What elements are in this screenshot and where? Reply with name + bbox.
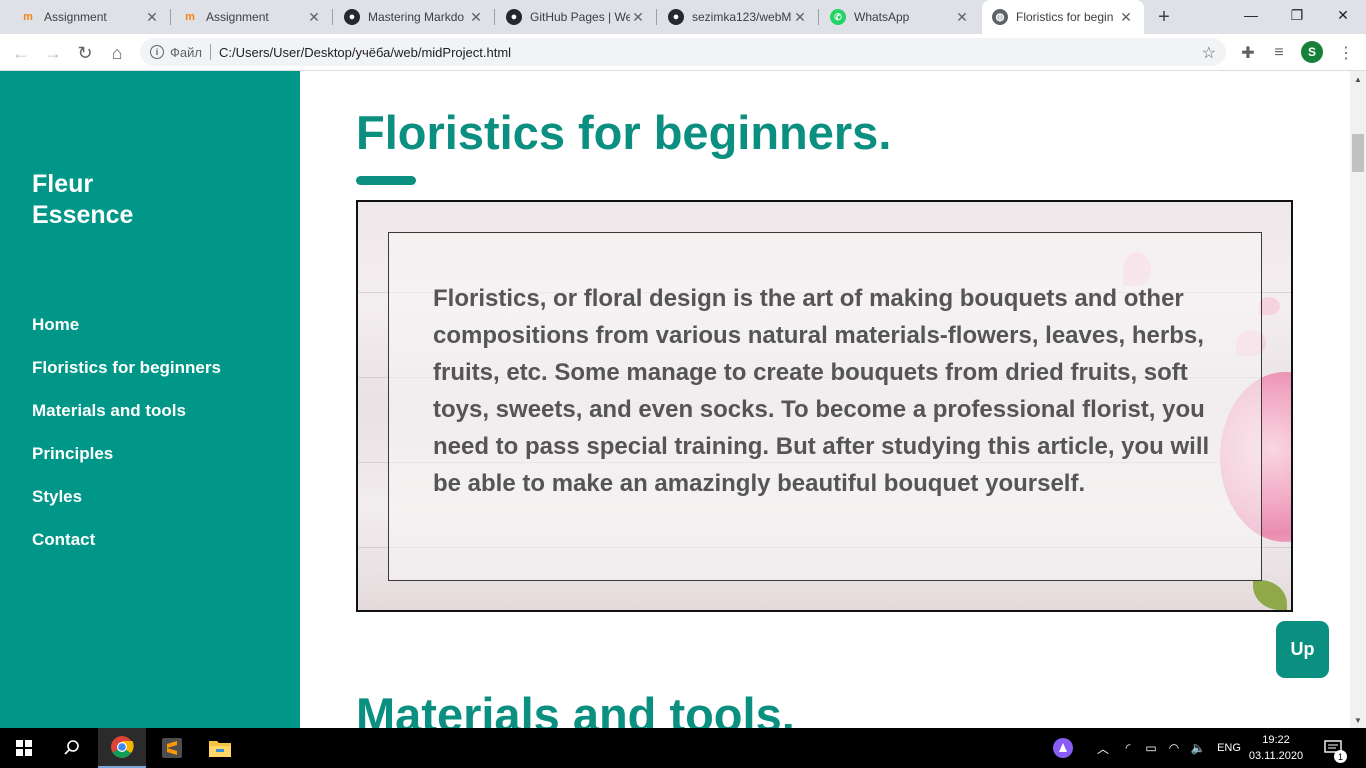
tab-title: sezimka123/webM [692,10,792,24]
close-icon[interactable]: ✕ [792,9,808,25]
volume-icon[interactable]: 🔈 [1188,728,1208,768]
notification-center-icon[interactable]: 1 [1318,728,1348,768]
tab-floristics-active[interactable]: ◍ Floristics for begin ✕ [982,0,1144,34]
network-icon[interactable]: ◜ [1118,728,1138,768]
address-url[interactable]: C:/Users/User/Desktop/учёба/web/midProje… [219,45,511,60]
tab-whatsapp[interactable]: ✆ WhatsApp ✕ [820,0,980,34]
reload-icon[interactable]: ↻ [72,40,98,66]
site-brand[interactable]: Fleur Essence [32,169,133,231]
close-icon[interactable]: ✕ [468,9,484,25]
brand-line-2: Essence [32,201,134,229]
tab-title: WhatsApp [854,10,910,24]
whatsapp-icon: ✆ [830,9,846,25]
battery-icon[interactable]: ▭ [1141,728,1161,768]
sublime-text-icon[interactable] [148,728,196,768]
intro-paragraph: Floristics, or floral design is the art … [433,285,1210,497]
close-icon[interactable]: ✕ [630,9,646,25]
info-icon[interactable]: i [150,45,164,59]
moodle-icon: m [185,11,195,23]
clock-time: 19:22 [1262,734,1290,746]
heading-underline [356,176,416,185]
wifi-icon[interactable]: ◠ [1164,728,1184,768]
scroll-up-arrow-icon[interactable]: ▲ [1350,71,1366,87]
moodle-icon: m [23,11,33,23]
search-icon[interactable] [48,728,96,768]
minimize-button[interactable]: — [1228,0,1274,30]
clock-date: 03.11.2020 [1248,750,1304,762]
github-icon: ● [668,9,684,25]
nav-link-styles[interactable]: Styles [32,487,82,507]
nav-link-principles[interactable]: Principles [32,444,113,464]
tab-sezimka-repo[interactable]: ● sezimka123/webM ✕ [658,0,818,34]
globe-icon: ◍ [992,9,1008,25]
back-arrow-icon[interactable]: ← [8,40,34,66]
leaf-decoration [1253,580,1287,610]
scroll-up-button[interactable]: Up [1276,621,1329,678]
chevron-up-icon[interactable]: ︿ [1094,728,1112,768]
tab-divider [494,9,495,25]
notification-count-badge: 1 [1334,750,1347,763]
chrome-menu-icon[interactable]: ⋮ [1335,42,1357,64]
browser-toolbar: ← → ↻ ⌂ i Файл C:/Users/User/Desktop/учё… [0,34,1366,71]
new-tab-button[interactable]: + [1152,5,1176,29]
address-scheme-label: Файл [170,44,202,60]
language-indicator[interactable]: ENG [1213,728,1245,768]
nav-link-materials[interactable]: Materials and tools [32,401,186,421]
alice-assistant-icon[interactable] [1050,728,1076,768]
file-explorer-icon[interactable] [196,728,244,768]
page-viewport: Fleur Essence Home Floristics for beginn… [0,71,1366,728]
close-icon[interactable]: ✕ [1118,9,1134,25]
tab-github-pages[interactable]: ● GitHub Pages | We ✕ [496,0,656,34]
github-icon: ● [344,9,360,25]
tab-divider [818,9,819,25]
tab-title: Assignment [44,10,107,24]
intro-card: Floristics, or floral design is the art … [356,200,1293,612]
main-content: Floristics for beginners. Floristics, or… [300,71,1350,728]
tab-mastering-markdown[interactable]: ● Mastering Markdo ✕ [334,0,494,34]
tab-title: GitHub Pages | We [530,10,630,24]
next-section-heading: Materials and tools. [356,688,795,728]
profile-avatar[interactable]: S [1301,41,1323,63]
scroll-down-arrow-icon[interactable]: ▼ [1350,712,1366,728]
tab-assignment-2[interactable]: m Assignment ✕ [172,0,332,34]
address-bar[interactable]: i Файл C:/Users/User/Desktop/учёба/web/m… [140,38,1226,66]
card-inner-frame: Floristics, or floral design is the art … [388,232,1262,581]
page-scrollbar[interactable]: ▲ ▼ [1350,71,1366,728]
tab-divider [332,9,333,25]
home-icon[interactable]: ⌂ [104,40,130,66]
tab-assignment-1[interactable]: m Assignment ✕ [10,0,170,34]
forward-arrow-icon[interactable]: → [40,40,66,66]
extensions-puzzle-icon[interactable]: ✚ [1237,42,1259,64]
windows-taskbar: ︿ ◜ ▭ ◠ 🔈 ENG 19:22 03.11.2020 1 [0,728,1366,768]
address-divider [209,44,211,60]
scrollbar-thumb[interactable] [1352,134,1364,172]
nav-link-floristics[interactable]: Floristics for beginners [32,358,221,378]
tab-divider [656,9,657,25]
close-icon[interactable]: ✕ [144,9,160,25]
brand-line-1: Fleur [32,170,94,198]
tab-title: Mastering Markdo [368,10,465,24]
section-heading: Floristics for beginners. [356,106,892,159]
close-window-button[interactable]: ✕ [1320,0,1366,30]
browser-tab-strip: m Assignment ✕ m Assignment ✕ ● Masterin… [0,0,1366,34]
system-clock[interactable]: 19:22 03.11.2020 [1247,732,1305,764]
nav-link-home[interactable]: Home [32,315,79,335]
close-icon[interactable]: ✕ [954,9,970,25]
tab-divider [170,9,171,25]
tab-title: Floristics for begin [1016,10,1114,24]
media-queue-icon[interactable]: ≡ [1268,42,1290,64]
github-icon: ● [506,9,522,25]
sidebar: Fleur Essence Home Floristics for beginn… [0,71,300,728]
nav-link-contact[interactable]: Contact [32,530,95,550]
chrome-taskbar-icon[interactable] [98,728,146,768]
bookmark-star-icon[interactable]: ☆ [1202,43,1216,63]
windows-start-icon[interactable] [0,728,48,768]
restore-button[interactable]: ❐ [1274,0,1320,30]
tab-title: Assignment [206,10,269,24]
close-icon[interactable]: ✕ [306,9,322,25]
